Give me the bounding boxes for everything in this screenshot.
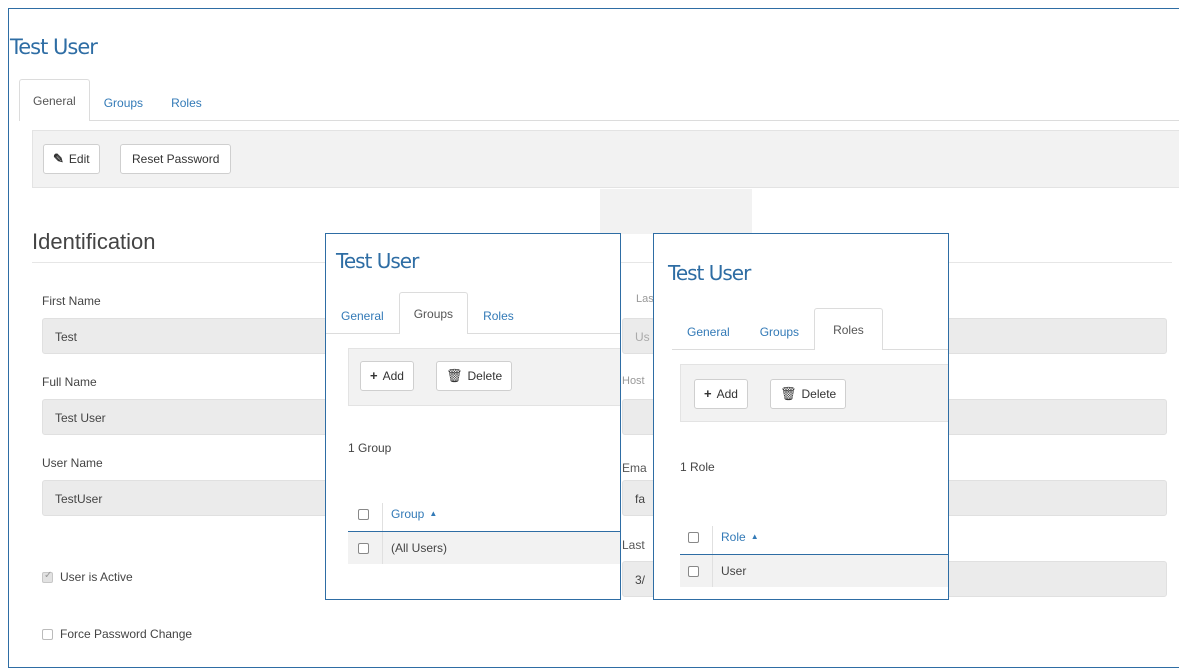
group-name-cell: (All Users) <box>391 541 447 555</box>
column-divider <box>712 526 713 554</box>
group-count: 1 Group <box>348 441 392 455</box>
plus-icon: + <box>370 368 378 383</box>
role-column-header[interactable]: Role ▲ <box>721 530 759 544</box>
row-checkbox[interactable] <box>688 566 699 577</box>
tab-groups[interactable]: Groups <box>745 313 814 349</box>
groups-table: Group ▲ (All Users) <box>348 495 620 575</box>
user-name-field[interactable]: TestUser <box>42 480 332 516</box>
delete-group-label: Delete <box>467 369 503 383</box>
user-name-label: User Name <box>42 456 103 470</box>
tab-general[interactable]: General <box>19 79 90 121</box>
edit-button[interactable]: ✎ Edit <box>43 144 100 174</box>
groups-popup-tabs: General Groups Roles <box>326 292 620 334</box>
tab-roles[interactable]: Roles <box>468 297 529 333</box>
full-name-field[interactable]: Test User <box>42 399 332 435</box>
user-active-label: User is Active <box>60 570 133 584</box>
trash-icon: 🗑 <box>780 386 797 401</box>
sort-up-icon: ▲ <box>429 509 438 518</box>
reset-password-button[interactable]: Reset Password <box>120 144 232 174</box>
roles-popup-tabs: General Groups Roles <box>672 308 948 350</box>
table-row[interactable]: (All Users) <box>348 532 620 564</box>
roles-popup: Test User General Groups Roles + Add 🗑 Del… <box>653 233 949 600</box>
force-password-label: Force Password Change <box>60 627 193 641</box>
row-checkbox[interactable] <box>358 543 369 554</box>
edit-icon: ✎ <box>53 151 64 166</box>
add-role-button[interactable]: + Add <box>694 379 748 409</box>
user-active-row: User is Active <box>42 570 133 584</box>
select-all-checkbox[interactable] <box>688 532 699 543</box>
plus-icon: + <box>704 386 712 401</box>
table-header <box>348 495 620 532</box>
page-title: Test User <box>10 35 98 59</box>
groups-toolbar: + Add 🗑 Delete <box>348 348 620 406</box>
column-divider <box>712 555 713 587</box>
background-panel <box>600 189 752 234</box>
section-title: Identification <box>32 229 156 254</box>
role-name-cell: User <box>721 564 747 578</box>
add-group-label: Add <box>382 369 404 383</box>
tab-general[interactable]: General <box>326 297 399 333</box>
first-name-label: First Name <box>42 294 101 308</box>
full-name-label: Full Name <box>42 375 97 389</box>
add-role-label: Add <box>716 387 738 401</box>
delete-group-button[interactable]: 🗑 Delete <box>436 361 513 391</box>
sort-up-icon: ▲ <box>750 532 759 541</box>
group-column-header[interactable]: Group ▲ <box>391 507 437 521</box>
tab-groups[interactable]: Groups <box>90 84 157 120</box>
last-name-value-partial: Us <box>635 330 650 344</box>
role-column-label: Role <box>721 530 746 544</box>
groups-popup-title: Test User <box>336 249 419 273</box>
groups-popup: Test User General Groups Roles + Add 🗑 Del… <box>325 233 621 600</box>
last-login-label-partial: Last <box>622 538 645 552</box>
column-divider <box>382 532 383 564</box>
force-password-row: Force Password Change <box>42 627 192 641</box>
select-all-checkbox[interactable] <box>358 509 369 520</box>
delete-role-label: Delete <box>801 387 837 401</box>
tab-groups[interactable]: Groups <box>398 292 469 334</box>
tab-roles[interactable]: Roles <box>814 308 883 350</box>
host-label-partial: Host <box>622 375 645 387</box>
roles-popup-title: Test User <box>668 261 751 285</box>
first-name-field[interactable]: Test <box>42 318 332 354</box>
main-tabs: General Groups Roles <box>19 79 1179 121</box>
delete-role-button[interactable]: 🗑 Delete <box>770 379 847 409</box>
email-label-partial: Ema <box>622 461 647 475</box>
tab-roles[interactable]: Roles <box>157 84 216 120</box>
force-password-checkbox[interactable] <box>42 628 53 640</box>
roles-toolbar: + Add 🗑 Delete <box>680 364 948 422</box>
tab-general[interactable]: General <box>672 313 745 349</box>
column-divider <box>382 503 383 531</box>
email-value-partial: fa <box>635 492 646 506</box>
main-toolbar: ✎ Edit Reset Password <box>32 130 1179 188</box>
last-login-value-partial: 3/ <box>635 573 646 587</box>
group-column-label: Group <box>391 507 425 521</box>
roles-table: Role ▲ User <box>680 518 948 598</box>
add-group-button[interactable]: + Add <box>360 361 414 391</box>
table-row[interactable]: User <box>680 555 948 587</box>
edit-button-label: Edit <box>68 152 90 166</box>
trash-icon: 🗑 <box>446 368 463 383</box>
user-active-checkbox[interactable] <box>42 570 53 583</box>
role-count: 1 Role <box>680 460 715 474</box>
